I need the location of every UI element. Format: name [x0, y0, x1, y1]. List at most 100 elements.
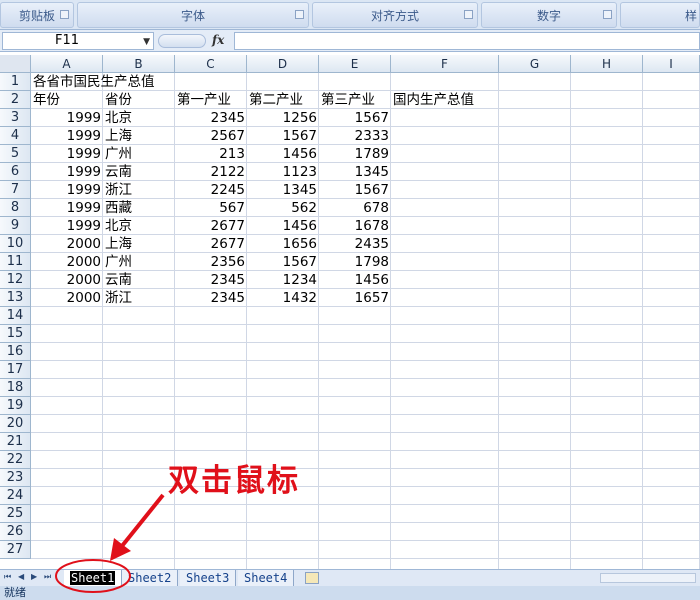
- cell-e8[interactable]: 678: [319, 199, 391, 217]
- row-header-10[interactable]: 10: [0, 235, 31, 253]
- cell-e13[interactable]: 1657: [319, 289, 391, 307]
- ribbon-group-font[interactable]: 字体: [77, 2, 309, 28]
- cell-e3[interactable]: 1567: [319, 109, 391, 127]
- cell-a1[interactable]: 各省市国民生产总值: [31, 73, 247, 91]
- cell-b13[interactable]: 浙江: [103, 289, 175, 307]
- cell-c5[interactable]: 213: [175, 145, 247, 163]
- row-header-18[interactable]: 18: [0, 379, 31, 397]
- row-header-20[interactable]: 20: [0, 415, 31, 433]
- tab-sheet2[interactable]: Sheet2: [122, 570, 179, 586]
- cell-e11[interactable]: 1798: [319, 253, 391, 271]
- cell-b9[interactable]: 北京: [103, 217, 175, 235]
- cell-d2[interactable]: 第二产业: [247, 91, 319, 109]
- column-header-f[interactable]: F: [391, 55, 499, 73]
- row-header-9[interactable]: 9: [0, 217, 31, 235]
- row-header-7[interactable]: 7: [0, 181, 31, 199]
- formula-input[interactable]: [234, 32, 700, 50]
- cell-c11[interactable]: 2356: [175, 253, 247, 271]
- cell-a12[interactable]: 2000: [31, 271, 103, 289]
- tab-sheet3[interactable]: Sheet3: [180, 570, 237, 586]
- row-header-13[interactable]: 13: [0, 289, 31, 307]
- cell-d9[interactable]: 1456: [247, 217, 319, 235]
- cell-b12[interactable]: 云南: [103, 271, 175, 289]
- cell-b11[interactable]: 广州: [103, 253, 175, 271]
- cell-c6[interactable]: 2122: [175, 163, 247, 181]
- row-header-27[interactable]: 27: [0, 541, 31, 559]
- cell-e2[interactable]: 第三产业: [319, 91, 391, 109]
- select-all-corner[interactable]: [0, 55, 31, 73]
- row-header-14[interactable]: 14: [0, 307, 31, 325]
- first-sheet-icon[interactable]: ⏮: [4, 572, 11, 582]
- cell-a7[interactable]: 1999: [31, 181, 103, 199]
- dialog-launcher-icon[interactable]: [295, 10, 304, 19]
- insert-sheet-icon[interactable]: [305, 572, 319, 584]
- cell-e9[interactable]: 1678: [319, 217, 391, 235]
- cell-d3[interactable]: 1256: [247, 109, 319, 127]
- column-header-i[interactable]: I: [643, 55, 700, 73]
- cell-b3[interactable]: 北京: [103, 109, 175, 127]
- horizontal-scrollbar[interactable]: [600, 573, 696, 583]
- ribbon-group-alignment[interactable]: 对齐方式: [312, 2, 478, 28]
- cell-d13[interactable]: 1432: [247, 289, 319, 307]
- cell-c3[interactable]: 2345: [175, 109, 247, 127]
- cell-d8[interactable]: 562: [247, 199, 319, 217]
- column-header-d[interactable]: D: [247, 55, 319, 73]
- tab-sheet1[interactable]: Sheet1: [64, 570, 123, 586]
- row-header-11[interactable]: 11: [0, 253, 31, 271]
- dialog-launcher-icon[interactable]: [60, 10, 69, 19]
- row-header-4[interactable]: 4: [0, 127, 31, 145]
- row-header-17[interactable]: 17: [0, 361, 31, 379]
- formula-bar-splitter[interactable]: [158, 34, 206, 48]
- cell-a6[interactable]: 1999: [31, 163, 103, 181]
- cell-a4[interactable]: 1999: [31, 127, 103, 145]
- ribbon-group-styles[interactable]: 样: [620, 2, 700, 28]
- row-header-21[interactable]: 21: [0, 433, 31, 451]
- cell-d11[interactable]: 1567: [247, 253, 319, 271]
- prev-sheet-icon[interactable]: ◀: [18, 572, 24, 581]
- row-header-2[interactable]: 2: [0, 91, 31, 109]
- row-header-24[interactable]: 24: [0, 487, 31, 505]
- next-sheet-icon[interactable]: ▶: [31, 572, 37, 581]
- column-header-a[interactable]: A: [31, 55, 103, 73]
- column-header-b[interactable]: B: [103, 55, 175, 73]
- cell-d4[interactable]: 1567: [247, 127, 319, 145]
- row-header-23[interactable]: 23: [0, 469, 31, 487]
- cell-b5[interactable]: 广州: [103, 145, 175, 163]
- dialog-launcher-icon[interactable]: [603, 10, 612, 19]
- cell-c2[interactable]: 第一产业: [175, 91, 247, 109]
- cell-b6[interactable]: 云南: [103, 163, 175, 181]
- row-header-15[interactable]: 15: [0, 325, 31, 343]
- cell-b8[interactable]: 西藏: [103, 199, 175, 217]
- cell-a2[interactable]: 年份: [31, 91, 103, 109]
- row-header-5[interactable]: 5: [0, 145, 31, 163]
- cell-a8[interactable]: 1999: [31, 199, 103, 217]
- row-header-8[interactable]: 8: [0, 199, 31, 217]
- cell-e7[interactable]: 1567: [319, 181, 391, 199]
- cell-a9[interactable]: 1999: [31, 217, 103, 235]
- row-header-25[interactable]: 25: [0, 505, 31, 523]
- column-header-e[interactable]: E: [319, 55, 391, 73]
- cell-b4[interactable]: 上海: [103, 127, 175, 145]
- tab-sheet4[interactable]: Sheet4: [238, 570, 295, 586]
- cell-c4[interactable]: 2567: [175, 127, 247, 145]
- cell-f2[interactable]: 国内生产总值: [391, 91, 571, 109]
- row-header-26[interactable]: 26: [0, 523, 31, 541]
- cell-b10[interactable]: 上海: [103, 235, 175, 253]
- row-header-1[interactable]: 1: [0, 73, 31, 91]
- cell-d6[interactable]: 1123: [247, 163, 319, 181]
- row-header-22[interactable]: 22: [0, 451, 31, 469]
- cell-e5[interactable]: 1789: [319, 145, 391, 163]
- cell-c9[interactable]: 2677: [175, 217, 247, 235]
- cell-d12[interactable]: 1234: [247, 271, 319, 289]
- chevron-down-icon[interactable]: ▼: [143, 34, 150, 50]
- cell-c10[interactable]: 2677: [175, 235, 247, 253]
- cell-d7[interactable]: 1345: [247, 181, 319, 199]
- cell-c13[interactable]: 2345: [175, 289, 247, 307]
- column-header-c[interactable]: C: [175, 55, 247, 73]
- row-header-16[interactable]: 16: [0, 343, 31, 361]
- ribbon-group-clipboard[interactable]: 剪贴板: [0, 2, 74, 28]
- cell-e12[interactable]: 1456: [319, 271, 391, 289]
- column-header-g[interactable]: G: [499, 55, 571, 73]
- cell-area[interactable]: 各省市国民生产总值 年份 省份 第一产业 第二产业 第三产业 国内生产总值 1999 北京 234…: [31, 73, 700, 569]
- cell-b7[interactable]: 浙江: [103, 181, 175, 199]
